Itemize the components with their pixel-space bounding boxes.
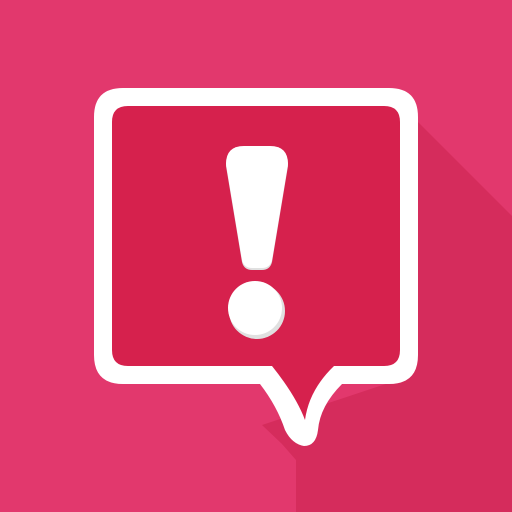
alert-speech-bubble-icon [0, 0, 512, 512]
exclamation-dot [228, 281, 282, 335]
app-icon [0, 0, 512, 512]
